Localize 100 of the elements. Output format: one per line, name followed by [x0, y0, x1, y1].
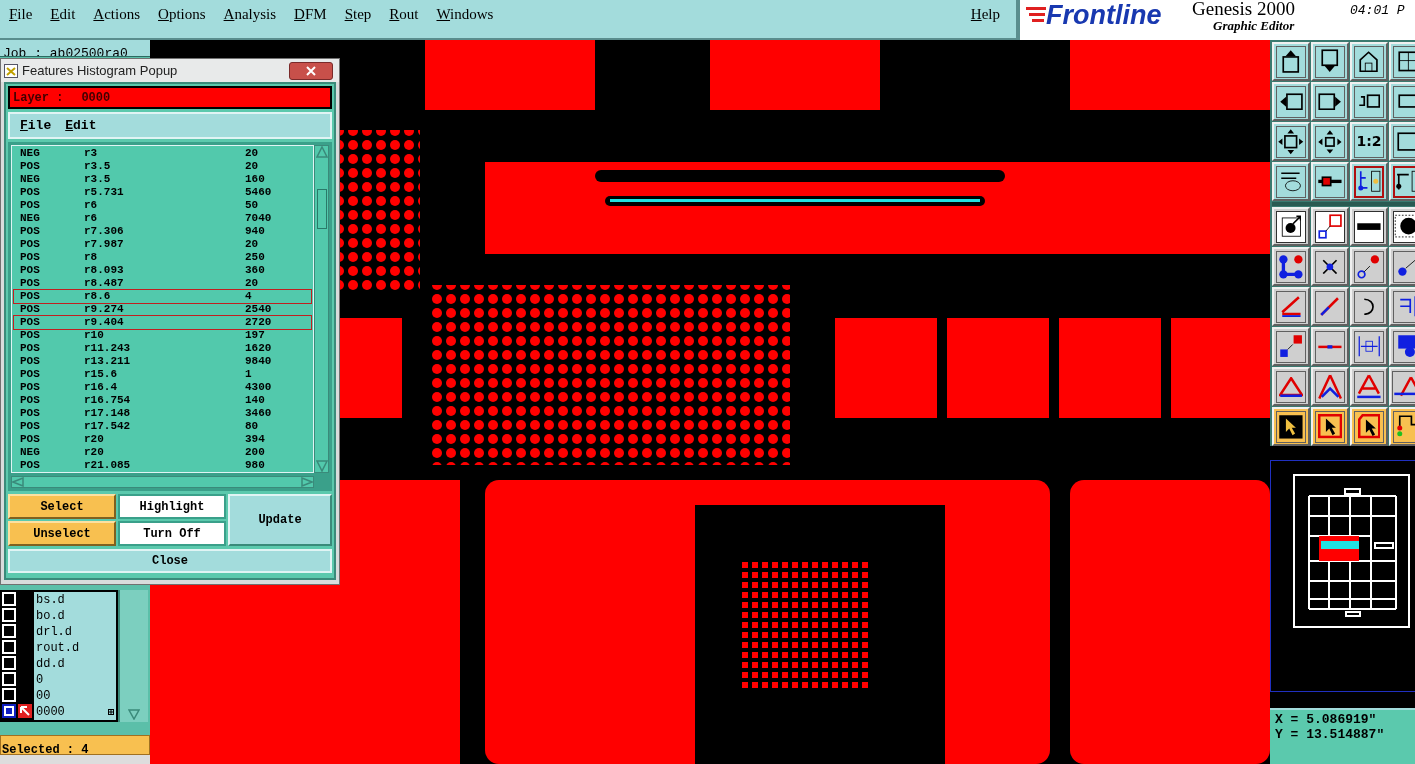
triangle-icon — [1393, 376, 1415, 397]
layer-name[interactable]: 0000 — [36, 705, 65, 719]
tool-button[interactable] — [1350, 82, 1388, 121]
histogram-row[interactable]: POS r17.148 3460 — [14, 407, 311, 420]
close-button[interactable] — [289, 61, 333, 80]
count-text: 1 — [245, 368, 253, 381]
histogram-row[interactable]: POS r10 197 — [14, 329, 311, 342]
histogram-row[interactable]: POS r15.6 1 — [14, 368, 311, 381]
count-text: 197 — [245, 329, 266, 342]
menu-item[interactable]: DFM — [294, 3, 327, 26]
histogram-row[interactable]: NEG r6 7040 — [14, 212, 311, 225]
polarity-text: POS — [20, 394, 41, 407]
tool-button[interactable] — [1350, 407, 1388, 446]
menu-item[interactable]: Actions — [93, 3, 141, 26]
layer-row[interactable]: bs.d — [34, 592, 116, 608]
menu-item[interactable]: File — [20, 115, 52, 136]
action-button[interactable]: Select — [8, 494, 116, 519]
layer-name[interactable]: dd.d — [36, 657, 65, 671]
histogram-row[interactable]: NEG r3 20 — [14, 147, 311, 160]
menu-item[interactable]: Windows — [436, 3, 494, 26]
tool-button[interactable] — [1272, 327, 1310, 366]
layer-name[interactable]: bs.d — [36, 593, 65, 607]
histogram-row[interactable]: POS r8.6 4 — [14, 290, 311, 303]
layer-row[interactable]: 0000 — [34, 704, 116, 720]
histogram-row[interactable]: POS r16.754 140 — [14, 394, 311, 407]
tool-button[interactable] — [1350, 207, 1388, 246]
scrollbar-thumb[interactable] — [316, 189, 327, 229]
tool-button[interactable] — [1350, 42, 1388, 81]
histogram-row[interactable]: POS r8.487 20 — [14, 277, 311, 290]
layer-row[interactable]: rout.d — [34, 640, 116, 656]
histogram-row[interactable]: NEG r20 200 — [14, 446, 311, 459]
tool-button[interactable]: 1:2 — [1350, 122, 1388, 161]
tool-button[interactable] — [1350, 327, 1388, 366]
symbol-text: r7.306 — [84, 225, 125, 238]
tool-button[interactable] — [1311, 247, 1349, 286]
close-button[interactable]: Close — [8, 549, 332, 573]
layer-checkbox[interactable] — [2, 704, 16, 718]
action-button[interactable]: Update — [228, 494, 332, 546]
histogram-row[interactable]: POS r11.243 1620 — [14, 342, 311, 355]
menu-item[interactable]: Step — [344, 3, 372, 26]
tool-button[interactable] — [1272, 367, 1310, 406]
polarity-text: NEG — [20, 212, 41, 225]
layer-row[interactable]: drl.d — [34, 624, 116, 640]
layer-row[interactable]: dd.d — [34, 656, 116, 672]
histogram-row[interactable]: POS r9.404 2720 — [14, 316, 311, 329]
menu-item[interactable]: File — [9, 3, 33, 26]
layer-row[interactable]: 0 — [34, 672, 116, 688]
tool-button[interactable] — [1272, 162, 1310, 201]
layer-name[interactable]: bo.d — [36, 609, 65, 623]
pointer-icon — [1357, 414, 1381, 439]
menu-item[interactable]: Options — [158, 3, 206, 26]
histogram-row[interactable]: POS r7.306 940 — [14, 225, 311, 238]
tool-button[interactable] — [1350, 367, 1388, 406]
tool-button[interactable] — [1311, 82, 1349, 121]
tool-button[interactable] — [1311, 207, 1349, 246]
expand-icon[interactable] — [108, 709, 114, 715]
histogram-row[interactable]: POS r21.085 980 — [14, 459, 311, 472]
histogram-row[interactable]: POS r7.987 20 — [14, 238, 311, 251]
layer-row[interactable]: 00 — [34, 688, 116, 704]
histogram-row[interactable]: POS r16.4 4300 — [14, 381, 311, 394]
menu-item[interactable]: Rout — [389, 3, 419, 26]
histogram-row[interactable]: POS r13.211 9840 — [14, 355, 311, 368]
tool-button[interactable] — [1272, 287, 1310, 326]
layer-row[interactable]: bo.d — [34, 608, 116, 624]
action-button[interactable]: Unselect — [8, 521, 116, 546]
histogram-row[interactable]: POS r3.5 20 — [14, 160, 311, 173]
circuit-icon — [1395, 415, 1415, 438]
tool-button[interactable] — [1311, 162, 1349, 201]
histogram-row[interactable]: POS r8.093 360 — [14, 264, 311, 277]
tool-button[interactable] — [1272, 207, 1310, 246]
menu-item[interactable]: Help — [970, 3, 1000, 26]
menu-item[interactable]: Analysis — [223, 3, 277, 26]
layer-name[interactable]: 0 — [36, 673, 44, 687]
menu-item[interactable]: Edit — [50, 3, 76, 26]
histogram-row[interactable]: POS r5.731 5460 — [14, 186, 311, 199]
tool-button[interactable] — [1272, 247, 1310, 286]
tool-button[interactable] — [1272, 82, 1310, 121]
tool-button[interactable] — [1272, 407, 1310, 446]
tool-button[interactable] — [1350, 162, 1388, 201]
histogram-row[interactable]: NEG r3.5 160 — [14, 173, 311, 186]
tool-button[interactable] — [1311, 367, 1349, 406]
histogram-row[interactable]: POS r17.542 80 — [14, 420, 311, 433]
action-button[interactable]: Highlight — [118, 494, 226, 519]
tool-button[interactable] — [1272, 42, 1310, 81]
histogram-row[interactable]: POS r9.274 2540 — [14, 303, 311, 316]
layer-name[interactable]: rout.d — [36, 641, 80, 655]
tool-button[interactable] — [1311, 122, 1349, 161]
tool-button[interactable] — [1311, 42, 1349, 81]
menu-item[interactable]: Edit — [65, 115, 97, 136]
layer-name[interactable]: 00 — [36, 689, 51, 703]
tool-button[interactable] — [1350, 287, 1388, 326]
polarity-text: NEG — [20, 446, 41, 459]
action-button[interactable]: Turn Off — [118, 521, 226, 546]
count-text: 7040 — [245, 212, 273, 225]
layer-name[interactable]: drl.d — [36, 625, 72, 639]
histogram-row[interactable]: POS r6 50 — [14, 199, 311, 212]
histogram-row[interactable]: POS r8 250 — [14, 251, 311, 264]
histogram-row[interactable]: POS r20 394 — [14, 433, 311, 446]
tool-button[interactable] — [1311, 407, 1349, 446]
tool-button[interactable] — [1272, 122, 1310, 161]
